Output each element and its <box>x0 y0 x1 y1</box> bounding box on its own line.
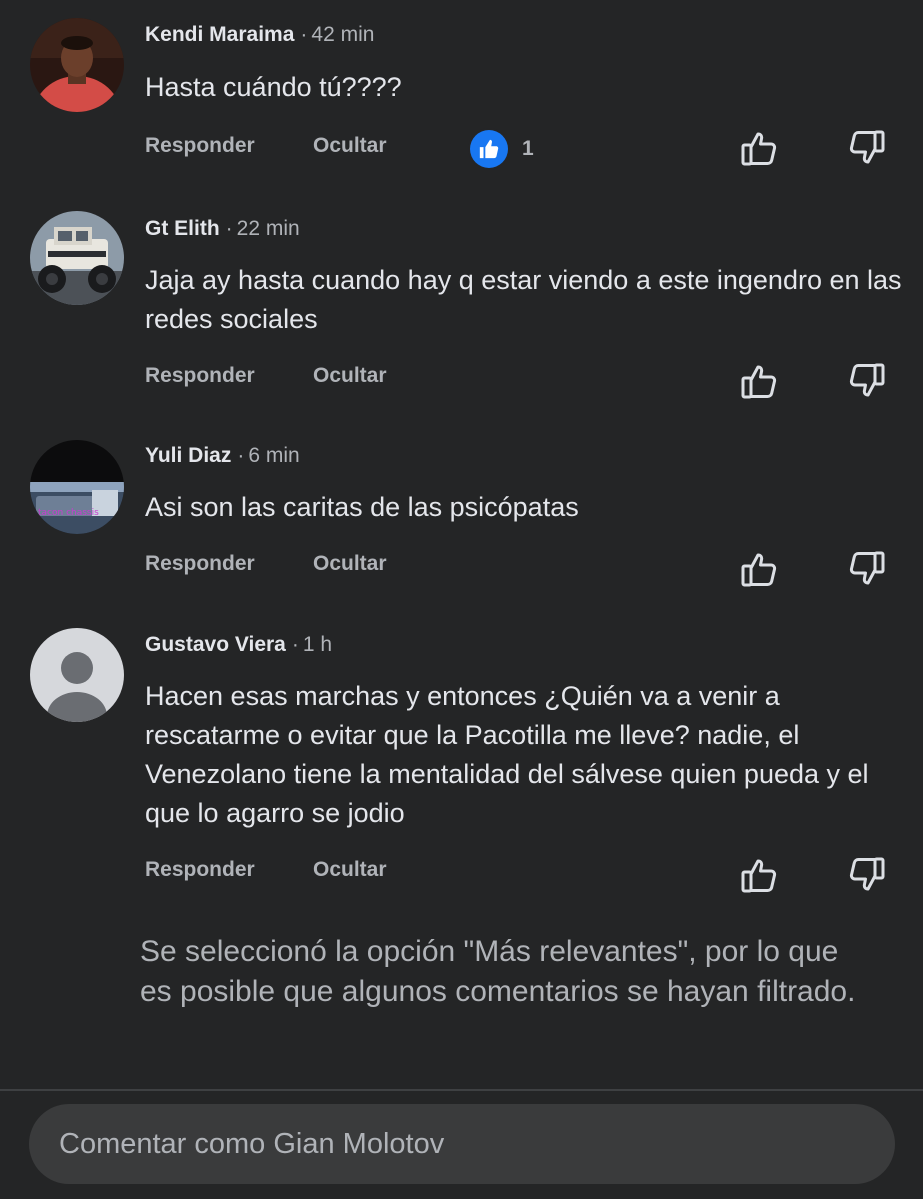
separator-dot: · <box>237 444 245 467</box>
hide-button[interactable]: Ocultar <box>313 856 387 884</box>
timestamp[interactable]: 1 h <box>303 633 332 656</box>
reply-button[interactable]: Responder <box>145 550 255 578</box>
thumbs-down-icon[interactable] <box>846 128 886 168</box>
reply-button[interactable]: Responder <box>145 362 255 390</box>
author-name[interactable]: Yuli Diaz <box>145 444 231 467</box>
comment-meta: Gustavo Viera · 1 h <box>145 631 332 659</box>
comment-composer[interactable]: Comentar como Gian Molotov <box>29 1104 895 1184</box>
avatar[interactable] <box>30 211 124 305</box>
user-photo-icon: tacon chassis <box>30 440 124 534</box>
reply-button[interactable]: Responder <box>145 132 255 160</box>
avatar[interactable] <box>30 18 124 112</box>
avatar[interactable]: tacon chassis <box>30 440 124 534</box>
author-name[interactable]: Gustavo Viera <box>145 633 286 656</box>
hide-button[interactable]: Ocultar <box>313 362 387 390</box>
avatar-caption: tacon chassis <box>38 508 99 518</box>
like-reaction-icon <box>470 130 508 168</box>
timestamp[interactable]: 6 min <box>248 444 299 467</box>
avatar[interactable] <box>30 628 124 722</box>
thumbs-up-icon[interactable] <box>740 549 780 589</box>
default-avatar-icon <box>30 628 124 722</box>
separator-dot: · <box>225 217 233 240</box>
timestamp[interactable]: 42 min <box>311 23 374 46</box>
hide-button[interactable]: Ocultar <box>313 132 387 160</box>
thumbs-up-icon[interactable] <box>740 855 780 895</box>
timestamp[interactable]: 22 min <box>237 217 300 240</box>
separator-dot: · <box>291 633 299 656</box>
comment-text: Jaja ay hasta cuando hay q estar viendo … <box>145 265 902 334</box>
comment-text: Asi son las caritas de las psicópatas <box>145 492 579 522</box>
comment-text: Hasta cuándo tú???? <box>145 72 402 102</box>
author-name[interactable]: Gt Elith <box>145 217 220 240</box>
reaction-summary[interactable]: 1 <box>470 130 534 168</box>
comment-meta: Gt Elith · 22 min <box>145 215 300 243</box>
thumbs-down-icon[interactable] <box>846 549 886 589</box>
user-photo-icon <box>30 18 124 112</box>
comment-meta: Yuli Diaz · 6 min <box>145 442 300 470</box>
thumbs-down-icon[interactable] <box>846 361 886 401</box>
reaction-count: 1 <box>522 137 534 160</box>
divider <box>0 1089 923 1091</box>
reply-button[interactable]: Responder <box>145 856 255 884</box>
comments-screen: Kendi Maraima · 42 min Hasta cuándo tú????… <box>0 0 923 1199</box>
hide-button[interactable]: Ocultar <box>313 550 387 578</box>
thumbs-up-icon[interactable] <box>740 361 780 401</box>
comment-text: Hacen esas marchas y entonces ¿Quién va … <box>145 681 869 828</box>
user-photo-icon <box>30 211 124 305</box>
comment-input-placeholder[interactable]: Comentar como Gian Molotov <box>59 1125 444 1163</box>
thumbs-down-icon[interactable] <box>846 855 886 895</box>
thumbs-up-icon[interactable] <box>740 128 780 168</box>
comment-meta: Kendi Maraima · 42 min <box>145 21 374 49</box>
author-name[interactable]: Kendi Maraima <box>145 23 294 46</box>
filter-notice: Se seleccionó la opción "Más relevantes"… <box>140 935 856 1008</box>
separator-dot: · <box>300 23 308 46</box>
